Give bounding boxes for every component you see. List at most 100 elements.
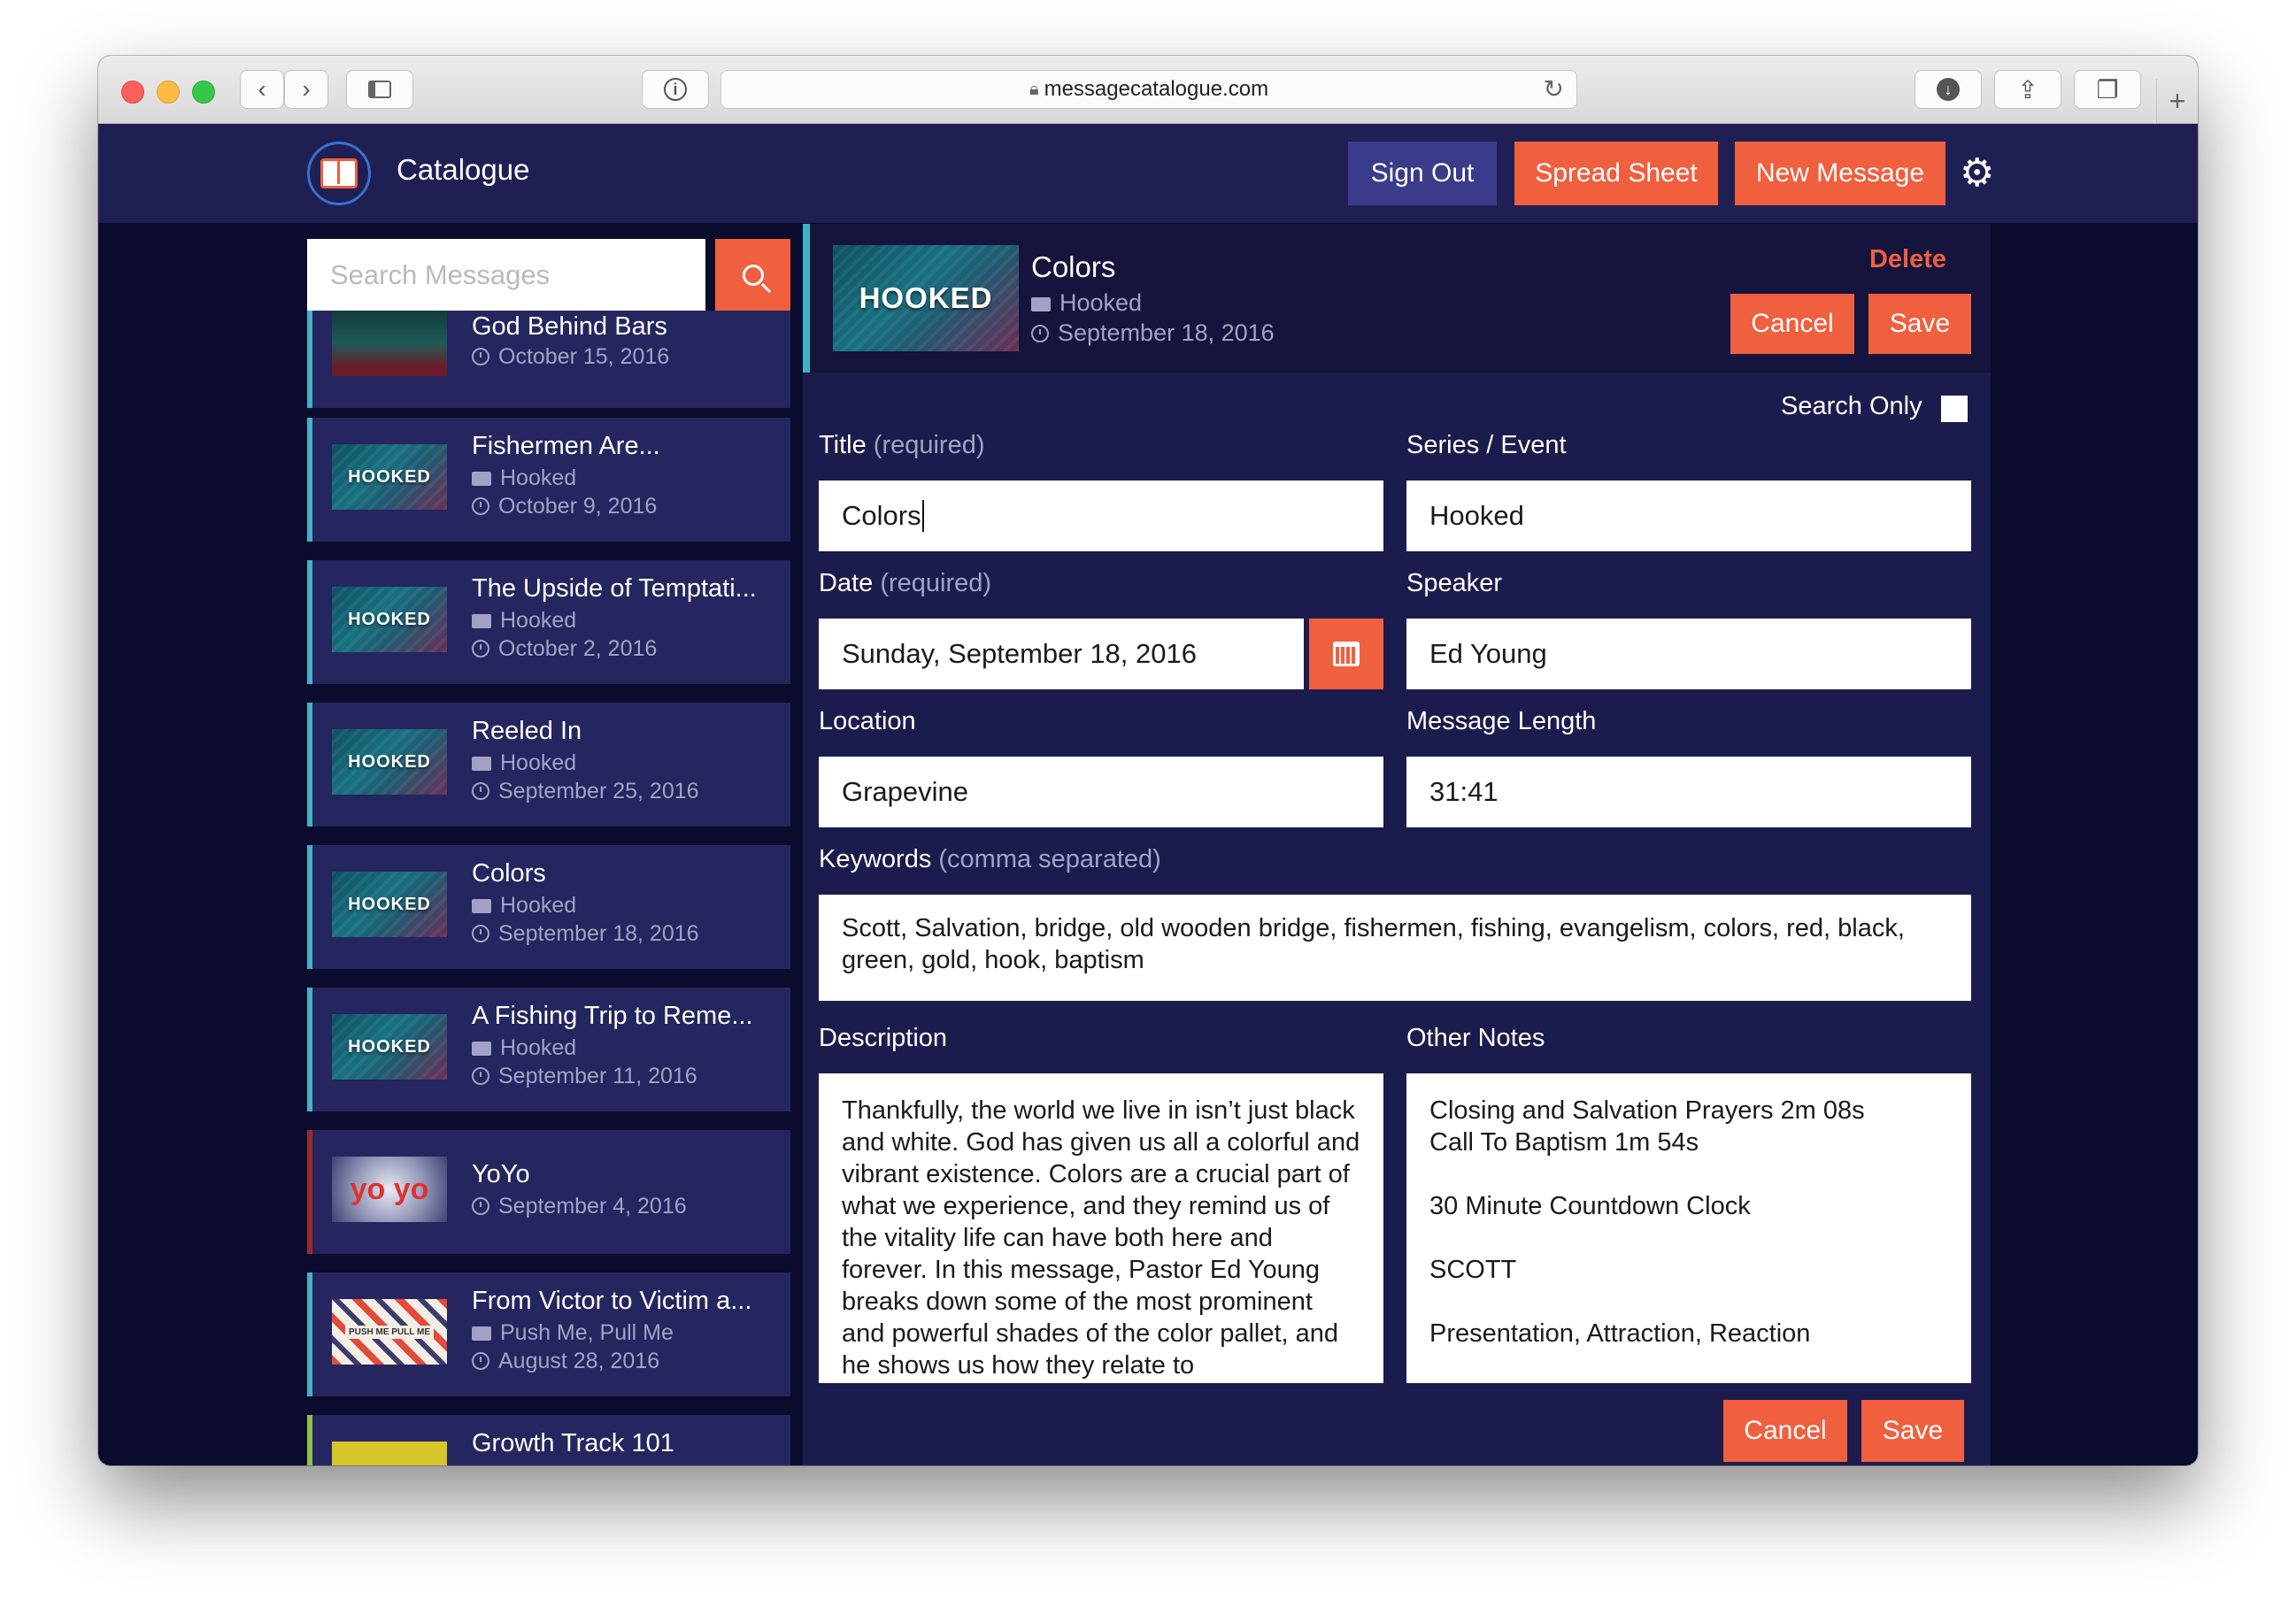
list-item-title: YoYo (472, 1160, 530, 1188)
message-series: Hooked (1031, 289, 1142, 317)
list-item-title: Growth Track 101 (472, 1429, 674, 1457)
share-icon: ⇪ (2017, 75, 2038, 104)
address-bar[interactable]: 🔒︎ messagecatalogue.com ↻ (720, 70, 1577, 109)
keywords-input[interactable]: Scott, Salvation, bridge, old wooden bri… (819, 895, 1971, 1001)
list-item-date: September 11, 2016 (472, 1064, 697, 1089)
folder-icon (472, 472, 491, 486)
calendar-button[interactable] (1309, 619, 1383, 689)
list-item-date: September 4, 2016 (472, 1194, 687, 1219)
list-item-title: From Victor to Victim a... (472, 1287, 752, 1315)
search-only-label: Search Only (1781, 392, 1922, 420)
gear-icon[interactable]: ⚙ (1960, 154, 1994, 193)
speaker-input[interactable]: Ed Young (1406, 619, 1971, 689)
clock-icon (472, 782, 489, 800)
save-button[interactable]: Save (1868, 294, 1971, 354)
list-item-title: God Behind Bars (472, 312, 667, 341)
thumbnail: yo yo (332, 1157, 447, 1222)
logo[interactable] (307, 142, 371, 205)
reload-icon[interactable]: ↻ (1544, 74, 1564, 104)
list-item-series: Hooked (472, 750, 576, 776)
series-label: Series / Event (1406, 431, 1567, 459)
cancel-button-bottom[interactable]: Cancel (1723, 1400, 1847, 1462)
list-item[interactable]: HOOKED The Upside of Temptati... Hooked … (307, 560, 790, 684)
url-text: messagecatalogue.com (1044, 77, 1269, 101)
list-item-title: Colors (472, 859, 546, 888)
delete-button[interactable]: Delete (1869, 245, 1946, 274)
description-textarea[interactable]: Thankfully, the world we live in isn’t j… (819, 1073, 1383, 1383)
thumbnail: HOOKED (332, 872, 447, 937)
list-item-series: Hooked (472, 608, 576, 634)
list-item[interactable]: yo yo YoYo September 4, 2016 (307, 1130, 790, 1254)
close-window-button[interactable] (121, 81, 144, 104)
location-input[interactable]: Grapevine (819, 757, 1383, 827)
list-item-series: Hooked (472, 1035, 576, 1061)
list-item-title: The Upside of Temptati... (472, 574, 757, 603)
thumbnail: PUSH ME PULL ME (332, 1299, 447, 1365)
editor-header: HOOKED Colors Hooked September 18, 2016 … (803, 224, 1991, 373)
new-message-button[interactable]: New Message (1735, 142, 1945, 205)
spread-sheet-button[interactable]: Spread Sheet (1514, 142, 1718, 205)
minimize-window-button[interactable] (157, 81, 180, 104)
list-item-date: September 18, 2016 (472, 921, 699, 947)
browser-window: ‹ › i 🔒︎ messagecatalogue.com ↻ ↓ ⇪ ❐ + … (98, 56, 2198, 1465)
save-button-bottom[interactable]: Save (1861, 1400, 1964, 1462)
list-item-title: Fishermen Are... (472, 432, 660, 460)
new-tab-button[interactable]: + (2156, 79, 2198, 123)
date-label: Date (required) (819, 569, 992, 597)
back-button[interactable]: ‹ (240, 70, 284, 109)
book-icon (320, 158, 358, 188)
share-button[interactable]: ⇪ (1994, 70, 2061, 109)
thumbnail (332, 1442, 447, 1465)
forward-button[interactable]: › (284, 70, 328, 109)
tabs-overview-button[interactable]: ❐ (2074, 70, 2141, 109)
browser-toolbar: ‹ › i 🔒︎ messagecatalogue.com ↻ ↓ ⇪ ❐ + (98, 56, 2198, 124)
downloads-button[interactable]: ↓ (1915, 70, 1982, 109)
date-input[interactable]: Sunday, September 18, 2016 (819, 619, 1304, 689)
list-item-date: October 2, 2016 (472, 636, 657, 662)
list-item[interactable]: HOOKED A Fishing Trip to Reme... Hooked … (307, 988, 790, 1111)
chevron-left-icon: ‹ (258, 75, 266, 103)
sign-out-button[interactable]: Sign Out (1348, 142, 1497, 205)
cancel-button[interactable]: Cancel (1730, 294, 1854, 354)
brand-title: Catalogue (397, 153, 530, 186)
message-thumbnail: HOOKED (833, 245, 1019, 351)
list-item[interactable]: God Behind Bars October 15, 2016 (307, 311, 790, 408)
series-input[interactable]: Hooked (1406, 481, 1971, 551)
thumbnail: HOOKED (332, 729, 447, 795)
message-title: Colors (1031, 250, 1116, 283)
thumbnail: HOOKED (332, 444, 447, 510)
search-icon (742, 264, 764, 286)
search-only-checkbox[interactable] (1941, 396, 1968, 422)
list-item[interactable]: HOOKED Reeled In Hooked September 25, 20… (307, 703, 790, 827)
app: Catalogue Sign Out Spread Sheet New Mess… (98, 124, 2198, 1465)
list-item-title: A Fishing Trip to Reme... (472, 1002, 753, 1030)
list-item[interactable]: Growth Track 101 (307, 1415, 790, 1465)
list-item-date: August 28, 2016 (472, 1349, 659, 1374)
speaker-label: Speaker (1406, 569, 1503, 597)
title-label: Title (required) (819, 431, 985, 459)
list-item[interactable]: PUSH ME PULL ME From Victor to Victim a.… (307, 1273, 790, 1396)
message-editor: HOOKED Colors Hooked September 18, 2016 … (803, 224, 1991, 1465)
list-item-date: September 25, 2016 (472, 779, 699, 804)
list-item-series: Hooked (472, 893, 576, 919)
clock-icon (472, 1067, 489, 1085)
clock-icon (1031, 325, 1049, 342)
clock-icon (472, 925, 489, 942)
reader-info-button[interactable]: i (642, 70, 709, 109)
clock-icon (472, 497, 489, 515)
title-input[interactable]: Colors (819, 481, 1383, 551)
location-label: Location (819, 707, 916, 735)
search-input[interactable] (307, 239, 705, 311)
list-item[interactable]: HOOKED Colors Hooked September 18, 2016 (307, 845, 790, 969)
message-list[interactable]: God Behind Bars October 15, 2016 HOOKED … (307, 311, 790, 1465)
list-item[interactable]: HOOKED Fishermen Are... Hooked October 9… (307, 418, 790, 542)
search-button[interactable] (715, 239, 790, 311)
list-item-date: October 9, 2016 (472, 494, 657, 519)
sidebar-toggle-button[interactable] (346, 70, 413, 109)
other-notes-textarea[interactable]: Closing and Salvation Prayers 2m 08s Cal… (1406, 1073, 1971, 1383)
folder-icon (472, 1042, 491, 1056)
keywords-label: Keywords (comma separated) (819, 845, 1161, 873)
message-length-input[interactable]: 31:41 (1406, 757, 1971, 827)
zoom-window-button[interactable] (192, 81, 215, 104)
folder-icon (472, 1326, 491, 1341)
